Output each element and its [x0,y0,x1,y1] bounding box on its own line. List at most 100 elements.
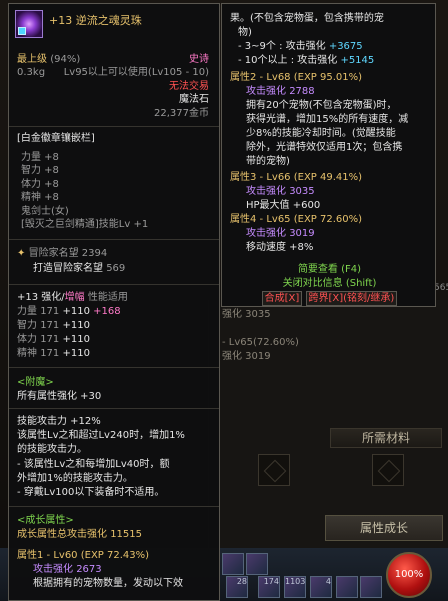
stat-base: 171 [40,348,60,359]
attr1-header: 属性1 - Lv60 (EXP 72.43%) [17,549,149,562]
stat-name: 体力 [17,334,37,345]
desc-line: - 该属性Lv之和每增加Lv40时，额 [17,459,170,470]
attr1-enhance-value: 2673 [76,564,102,575]
performance-label: 性能适用 [84,292,128,303]
desc-line: 外增加1%的技能攻击力。 [17,473,133,484]
attr4-enhance-value: 3019 [289,228,315,239]
fame-link[interactable]: 打造冒险家名望 569 [33,262,125,275]
stat-row: 力量 171 +110 +168 [17,305,121,318]
emblem-stat: 精神 +8 [21,192,59,203]
emblem-stat: 体力 +8 [21,179,59,190]
attr2-header: 属性2 - Lv68 (EXP 95.01%) [230,71,362,84]
divider [9,239,219,240]
stat-base: 171 [40,320,60,331]
hp-orb: 100% [386,552,432,598]
attr4-extra: 移动速度 +8% [246,242,314,253]
divider [9,126,219,127]
attr1-desc: 根据拥有的宠物数量，发动以下效 [33,578,183,589]
range-value: +3675 [328,41,363,52]
skill-attack: 技能攻击力 +12% [17,416,101,427]
action-links: 合成[X] 跨界[X](铭刻/继承) [222,291,437,307]
growth-total-label: 成长属性总攻击强化 [17,529,107,540]
attr2-exp: (EXP 95.01%) [293,72,363,83]
skill-slot[interactable]: 174 [258,576,280,598]
trade-status: 无法交易 [169,81,209,92]
divider [9,506,219,507]
attr4-header: 属性4 - Lv65 (EXP 72.60%) [230,213,362,226]
fame-label: 冒险家名望 [28,248,79,259]
item-type: 魔法石 [179,94,209,105]
stat-extra: +168 [93,306,121,317]
growth-total-value: 11515 [110,529,142,540]
stat-name: 力量 [17,306,37,317]
combine-button[interactable]: 合成[X] [261,291,303,307]
stat-plus: +110 [62,334,90,345]
skill-slot[interactable] [360,576,382,598]
attr4-exp: (EXP 72.60%) [293,214,363,225]
enhance-header: +13 强化/增幅 性能适用 [17,291,128,304]
emblem-skill: [毁灭之巨剑精通]技能Lv +1 [21,219,149,230]
range-label: - 3~9个 : 攻击强化 [238,41,326,52]
material-slot[interactable] [372,454,404,486]
required-materials-title: 所需材料 [330,428,442,448]
growth-header: <成长属性> [17,515,74,526]
attr3-enhance-value: 3035 [289,186,315,197]
range-value: +5145 [340,55,375,66]
level-requirement: Lv95以上可以使用(Lv105 - 10) [63,67,209,78]
enchant-value: 所有属性强化 +30 [17,391,102,402]
weight: 0.3kg [17,67,46,78]
fame-value: 2394 [81,248,108,259]
stat-row: 精神 171 +110 [17,347,90,360]
attr1-exp: (EXP 72.43%) [80,550,150,561]
desc-line: - 穿戴Lv100以下装备时不适用。 [17,487,165,498]
emblem-stat: 智力 +8 [21,165,59,176]
range-row: - 3~9个 : 攻击强化 +3675 [238,40,363,53]
stat-plus: +110 [62,306,90,317]
attr2-desc: 带的宠物) [246,156,290,167]
stat-name: 精神 [17,348,37,359]
skill-slot[interactable]: 28 [226,576,248,598]
emblem-class: 鬼剑士(女) [21,206,69,217]
attr1-enhance: 攻击强化 2673 [33,563,102,576]
attr3-label: 属性3 - Lv66 [230,172,291,183]
item-name: +13 逆流之魂灵珠 [49,14,142,27]
attr2-desc: 获得光谱，增加15%的所有速度，减 [246,114,409,125]
soul-orb-icon [15,10,43,38]
simple-view-link[interactable]: 简要查看 (F4) [222,263,437,276]
stat-base: 171 [40,334,60,345]
attr2-enhance: 攻击强化 2788 [246,85,315,98]
divider [9,408,219,409]
attr4-enhance: 攻击强化 3019 [246,227,315,240]
skill-slot[interactable] [222,553,244,575]
emblem-stat: 力量 +8 [21,152,59,163]
attribute-growth-button[interactable]: 属性成长 [325,515,443,541]
skill-slot[interactable] [336,576,358,598]
desc-line: 该属性Lv之和超过Lv240时，增加1% [17,430,185,441]
attr4-enhance-label: 攻击强化 [246,228,286,239]
attr3-exp: (EXP 49.41%) [293,172,363,183]
grade: 最上级 (94%) [17,53,80,66]
attr1-label: 属性1 - Lv60 [17,550,78,561]
range-row: - 10个以上 : 攻击强化 +5145 [238,54,374,67]
gem-icon [18,27,26,35]
attr1-enhance-label: 攻击强化 [33,564,73,575]
grade-label: 最上级 [17,54,47,65]
stat-plus: +110 [62,348,90,359]
emblem-header: [白金徽章镶嵌栏] [17,133,95,144]
attr2-enhance-value: 2788 [289,86,315,97]
transfer-button[interactable]: 跨界[X](铭刻/继承) [305,291,398,307]
divider [9,367,219,368]
skill-slot[interactable]: 1103 [284,576,306,598]
stat-row: 智力 171 +110 [17,319,90,332]
skill-slot[interactable] [246,553,268,575]
material-slot[interactable] [258,454,290,486]
amplify-label: 增幅 [64,292,85,303]
close-compare-link[interactable]: 关闭对比信息 (Shift) [222,277,437,290]
desc-line: 物) [238,27,252,38]
skill-slot[interactable]: 4 [310,576,332,598]
divider [9,284,219,285]
attr3-enhance-label: 攻击强化 [246,186,286,197]
attr2-label: 属性2 - Lv68 [230,72,291,83]
enchant-header: <附魔> [17,377,54,388]
fame-link-label: 打造冒险家名望 [33,263,103,274]
